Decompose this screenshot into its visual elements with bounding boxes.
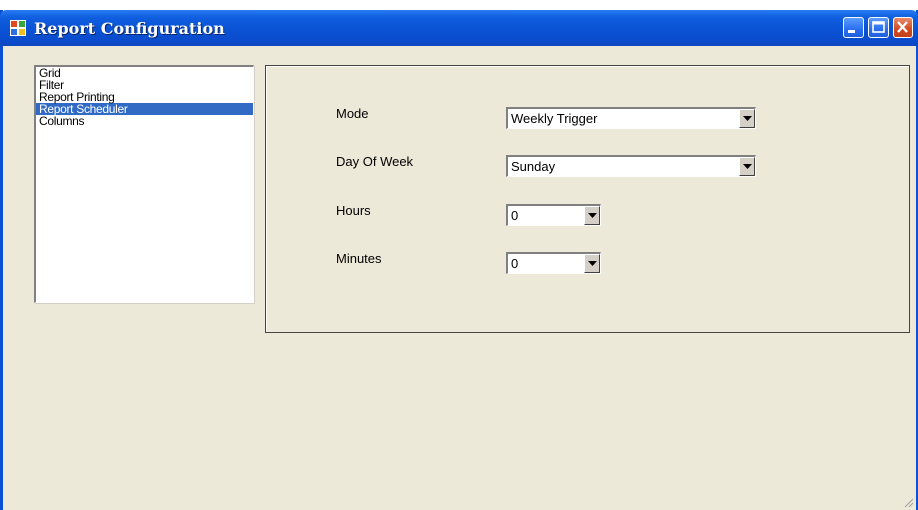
chevron-down-icon bbox=[743, 116, 752, 121]
title-bar[interactable]: Report Configuration bbox=[0, 10, 918, 46]
day-of-week-select[interactable]: Sunday bbox=[506, 155, 756, 177]
mode-value: Weekly Trigger bbox=[511, 111, 598, 126]
list-item-grid[interactable]: Grid bbox=[36, 67, 253, 79]
list-item-columns[interactable]: Columns bbox=[36, 115, 253, 127]
close-button[interactable] bbox=[893, 17, 913, 38]
day-of-week-dropdown-button[interactable] bbox=[739, 157, 755, 176]
maximize-button[interactable] bbox=[868, 17, 889, 38]
minutes-select[interactable]: 0 bbox=[506, 252, 601, 274]
minutes-label: Minutes bbox=[336, 251, 382, 266]
report-configuration-window: Report Configuration Grid Filter Report … bbox=[0, 10, 918, 510]
mode-select[interactable]: Weekly Trigger bbox=[506, 107, 756, 129]
app-icon bbox=[10, 20, 26, 36]
maximize-icon bbox=[872, 21, 885, 33]
close-icon bbox=[897, 21, 908, 33]
minimize-button[interactable] bbox=[843, 17, 864, 38]
chevron-down-icon bbox=[588, 261, 597, 266]
hours-value: 0 bbox=[511, 208, 519, 223]
hours-select[interactable]: 0 bbox=[506, 204, 601, 226]
settings-category-list[interactable]: Grid Filter Report Printing Report Sched… bbox=[34, 65, 254, 303]
day-of-week-label: Day Of Week bbox=[336, 154, 414, 169]
scheduler-settings-panel: Mode Weekly Trigger Day Of Week Sunday H… bbox=[265, 65, 910, 333]
minimize-icon bbox=[848, 30, 855, 33]
day-of-week-value: Sunday bbox=[511, 159, 556, 174]
chevron-down-icon bbox=[743, 164, 752, 169]
hours-dropdown-button[interactable] bbox=[584, 206, 600, 225]
window-title: Report Configuration bbox=[34, 19, 225, 38]
minutes-dropdown-button[interactable] bbox=[584, 254, 600, 273]
mode-label: Mode bbox=[336, 106, 369, 121]
chevron-down-icon bbox=[588, 213, 597, 218]
mode-dropdown-button[interactable] bbox=[739, 109, 755, 128]
minutes-value: 0 bbox=[511, 256, 519, 271]
hours-label: Hours bbox=[336, 203, 371, 218]
resize-grip-icon[interactable] bbox=[902, 496, 914, 508]
